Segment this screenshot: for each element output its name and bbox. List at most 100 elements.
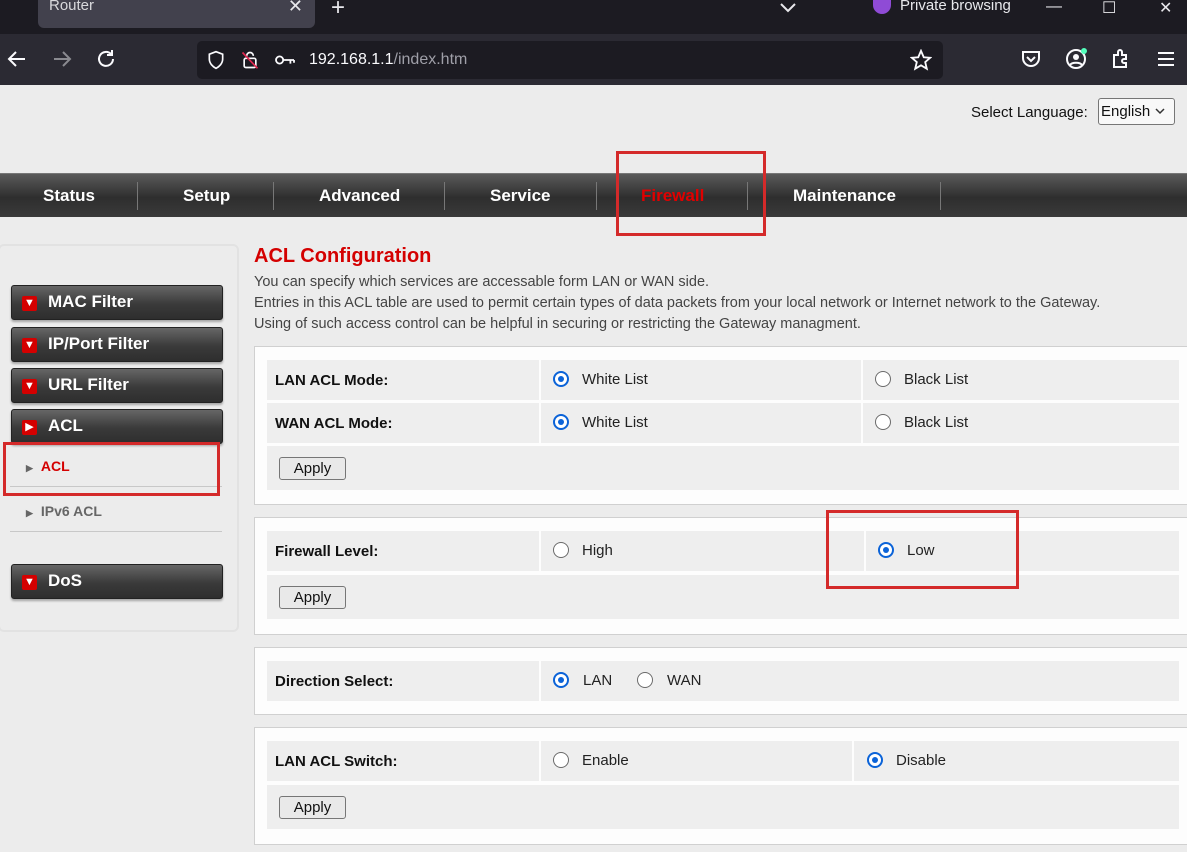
sidebar-subitem-label: IPv6 ACL (40, 503, 102, 519)
minimize-icon[interactable]: — (1046, 0, 1062, 16)
lan-white-list-radio[interactable] (553, 371, 569, 387)
browser-tabstrip: Router ✕ + Private browsing — ☐ ✕ (0, 0, 1187, 34)
option-cell: Black List (863, 403, 1179, 443)
close-window-icon[interactable]: ✕ (1159, 0, 1172, 18)
sidebar-item-url-filter[interactable]: ▼ URL Filter (11, 368, 223, 403)
label-cell: Firewall Level: (267, 531, 539, 571)
language-select[interactable]: English (1098, 98, 1175, 125)
chevron-right-icon: ▶ (22, 420, 37, 435)
menu-divider (444, 182, 445, 210)
apply-row: Apply (267, 446, 1179, 490)
tab-title: Router (49, 0, 95, 14)
highlight-box-firewall (616, 151, 766, 236)
private-browsing-label: Private browsing (900, 0, 1011, 14)
sidebar-item-mac-filter[interactable]: ▼ MAC Filter (11, 285, 223, 320)
maximize-icon[interactable]: ☐ (1102, 0, 1116, 18)
sidebar-item-ip-port-filter[interactable]: ▼ IP/Port Filter (11, 327, 223, 362)
lan-acl-mode-row: LAN ACL Mode: White List Black List (267, 360, 1179, 400)
chevron-down-icon: ▼ (22, 379, 37, 394)
lan-acl-enable-radio[interactable] (553, 752, 569, 768)
direction-wan-radio[interactable] (637, 672, 653, 688)
wan-black-list-label: Black List (904, 414, 969, 431)
back-icon[interactable] (5, 47, 29, 71)
shield-icon[interactable] (206, 50, 226, 70)
sidebar-subitem-ipv6-acl[interactable]: ▶ IPv6 ACL (26, 503, 102, 519)
apply-acl-mode-button[interactable]: Apply (279, 457, 346, 480)
menu-status[interactable]: Status (43, 186, 95, 206)
apply-lan-acl-switch-button[interactable]: Apply (279, 796, 346, 819)
highlight-box-acl (3, 442, 220, 496)
label-cell: WAN ACL Mode: (267, 403, 539, 443)
lan-acl-mode-label: LAN ACL Mode: (275, 372, 389, 389)
chevron-down-icon: ▼ (22, 296, 37, 311)
highlight-box-low (826, 510, 1019, 589)
sidebar-item-label: ACL (48, 416, 83, 435)
lan-white-list-label: White List (582, 371, 648, 388)
forward-icon[interactable] (50, 47, 74, 71)
browser-tab[interactable]: Router ✕ (38, 0, 315, 28)
firewall-level-label: Firewall Level: (275, 543, 379, 560)
menu-advanced[interactable]: Advanced (319, 186, 400, 206)
language-value: English (1101, 103, 1151, 120)
option-cell: High (541, 531, 864, 571)
option-cell: Disable (854, 741, 1179, 781)
new-tab-icon[interactable]: + (331, 0, 345, 22)
private-browsing-icon (873, 0, 891, 14)
main-menu: Status Setup Advanced Service Firewall M… (0, 173, 1187, 217)
sidebar-item-label: IP/Port Filter (48, 334, 150, 353)
menu-divider (596, 182, 597, 210)
direction-lan-label: LAN (583, 672, 613, 689)
direction-row: Direction Select: LAN WAN (267, 661, 1179, 701)
acl-mode-panel: LAN ACL Mode: White List Black List WAN … (254, 346, 1187, 505)
wan-white-list-radio[interactable] (553, 414, 569, 430)
chevron-down-icon: ▼ (22, 338, 37, 353)
key-icon[interactable] (274, 51, 296, 69)
router-page: Select Language: English Status Setup Ad… (0, 85, 1187, 852)
url-bar[interactable]: 192.168.1.1/index.htm (197, 41, 943, 79)
wan-acl-mode-row: WAN ACL Mode: White List Black List (267, 403, 1179, 443)
option-cell: LAN WAN (541, 661, 1179, 701)
lan-acl-switch-label: LAN ACL Switch: (275, 753, 398, 770)
page-title: ACL Configuration (254, 245, 432, 267)
menu-icon[interactable] (1154, 47, 1178, 71)
wan-white-list-label: White List (582, 414, 648, 431)
list-all-tabs-icon[interactable] (778, 0, 798, 14)
divider (10, 531, 222, 532)
menu-service[interactable]: Service (490, 186, 551, 206)
option-cell: Enable (541, 741, 852, 781)
lan-acl-switch-panel: LAN ACL Switch: Enable Disable Apply (254, 727, 1187, 845)
menu-divider (273, 182, 274, 210)
description-line: Entries in this ACL table are used to pe… (254, 295, 1101, 311)
lan-acl-switch-row: LAN ACL Switch: Enable Disable (267, 741, 1179, 781)
description-line: Using of such access control can be help… (254, 316, 861, 332)
firewall-high-radio[interactable] (553, 542, 569, 558)
menu-setup[interactable]: Setup (183, 186, 230, 206)
sidebar-item-label: DoS (48, 571, 82, 590)
insecure-lock-icon[interactable] (240, 49, 260, 71)
language-label: Select Language: (971, 104, 1088, 121)
sidebar-item-dos[interactable]: ▼ DoS (11, 564, 223, 599)
direction-lan-radio[interactable] (553, 672, 569, 688)
extensions-icon[interactable] (1109, 47, 1133, 71)
label-cell: Direction Select: (267, 661, 539, 701)
lan-acl-disable-radio[interactable] (867, 752, 883, 768)
sidebar-item-acl[interactable]: ▶ ACL (11, 409, 223, 444)
label-cell: LAN ACL Switch: (267, 741, 539, 781)
chevron-down-icon: ▼ (22, 575, 37, 590)
tab-close-icon[interactable]: ✕ (288, 0, 303, 17)
firewall-level-panel: Firewall Level: High Low Apply (254, 517, 1187, 635)
option-cell: Black List (863, 360, 1179, 400)
bullet-icon: ▶ (26, 508, 33, 518)
wan-black-list-radio[interactable] (875, 414, 891, 430)
sidebar: ▼ MAC Filter ▼ IP/Port Filter ▼ URL Filt… (0, 244, 239, 632)
lan-black-list-radio[interactable] (875, 371, 891, 387)
apply-row: Apply (267, 785, 1179, 829)
bookmark-star-icon[interactable] (910, 49, 932, 71)
account-icon[interactable] (1064, 47, 1088, 71)
menu-divider (940, 182, 941, 210)
pocket-icon[interactable] (1019, 47, 1043, 71)
menu-maintenance[interactable]: Maintenance (793, 186, 896, 206)
apply-firewall-level-button[interactable]: Apply (279, 586, 346, 609)
description-line: You can specify which services are acces… (254, 274, 710, 290)
reload-icon[interactable] (94, 47, 118, 71)
